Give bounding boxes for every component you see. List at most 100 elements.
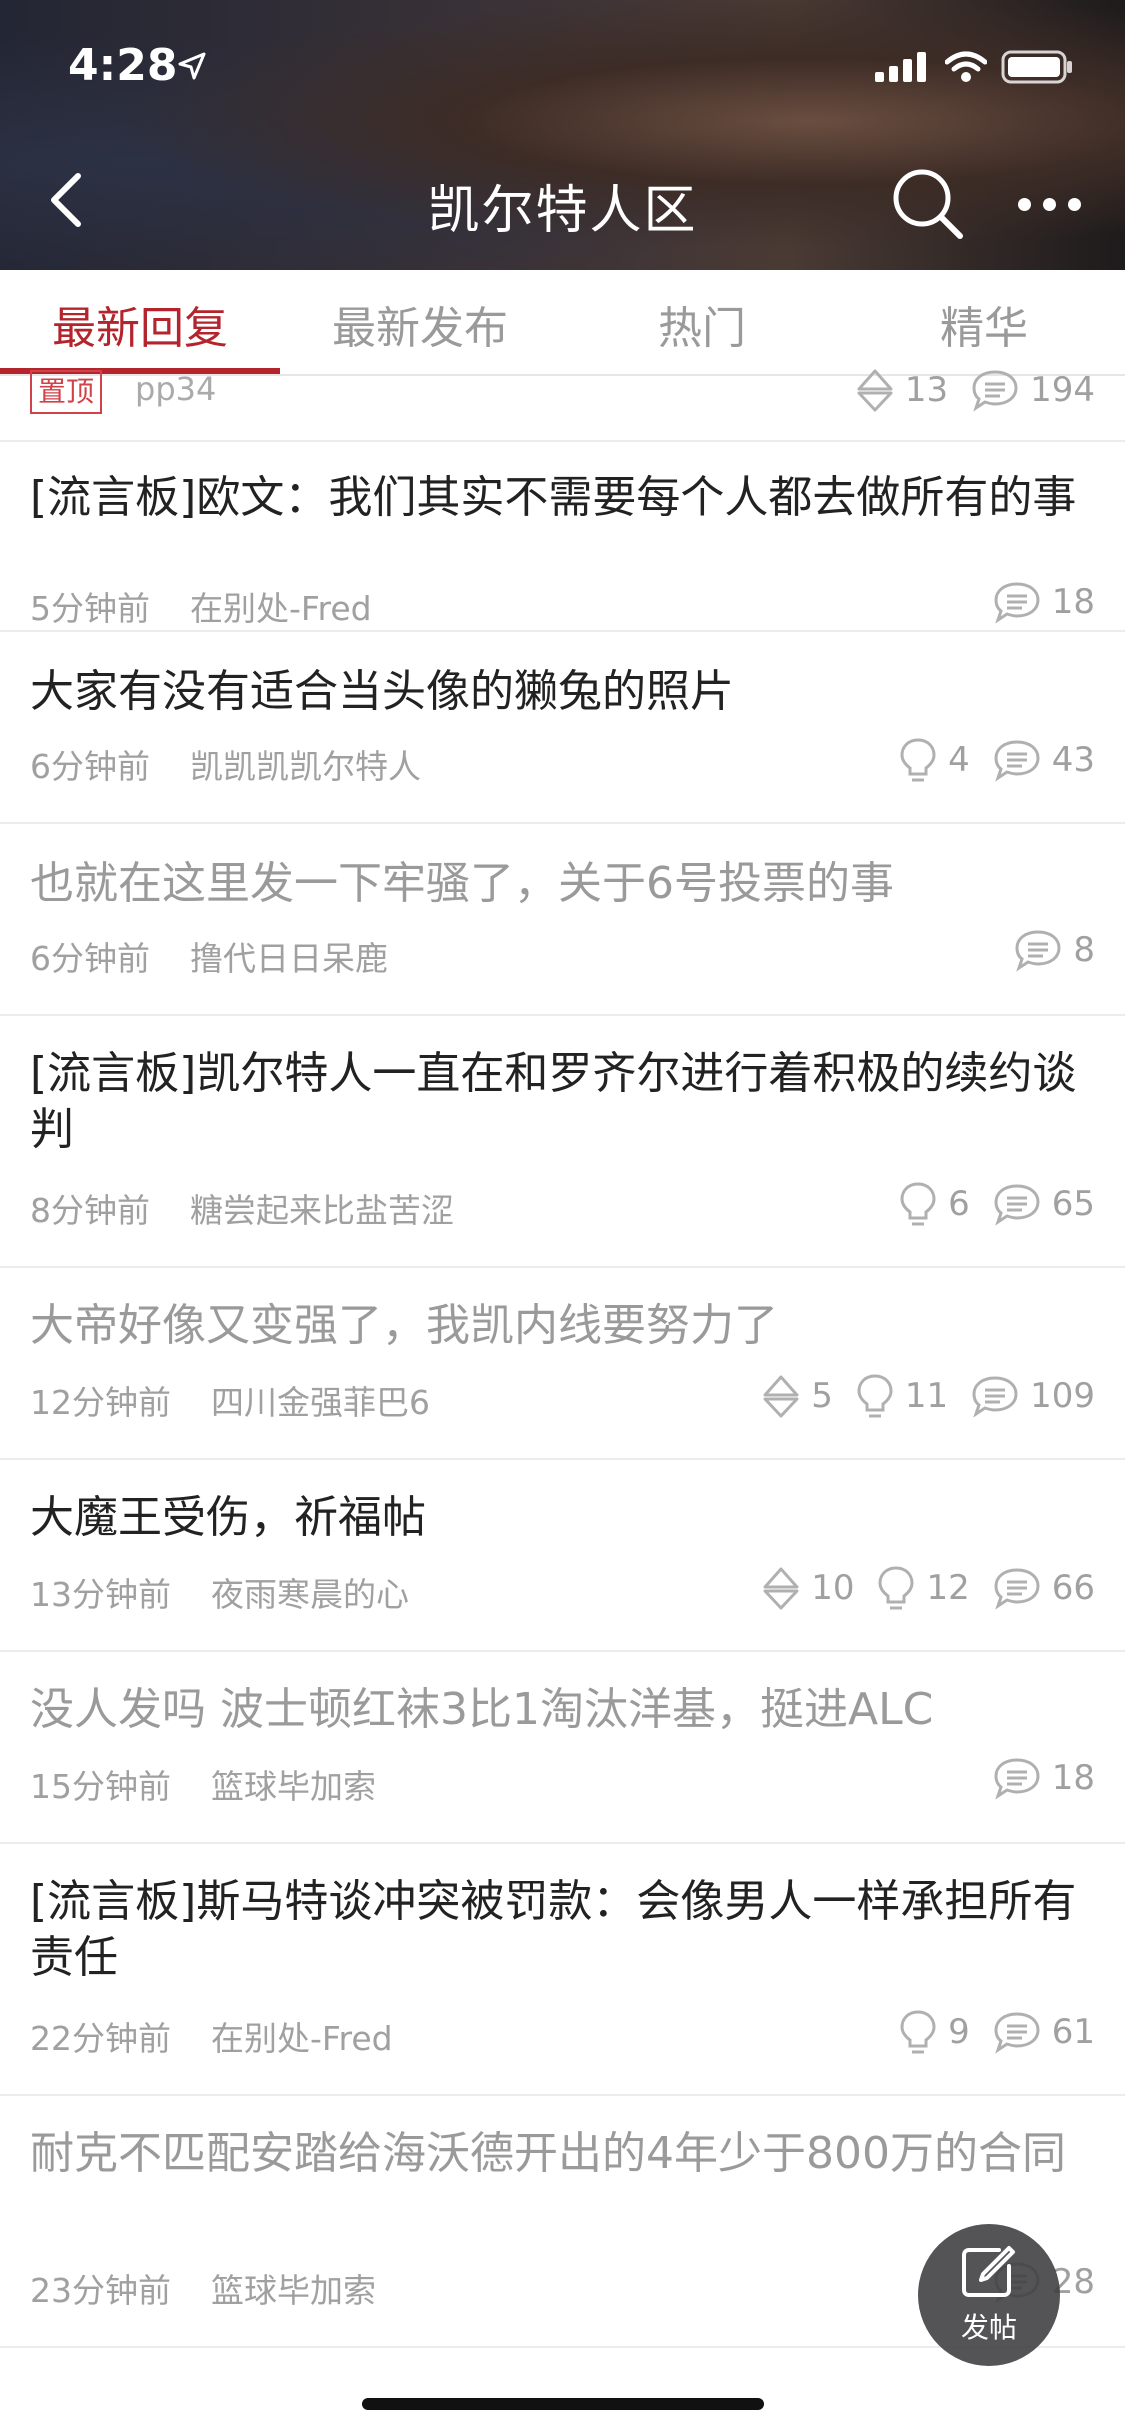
- lightbulb-icon: [878, 1566, 914, 1610]
- post-meta: 12分钟前 四川金强菲巴6: [30, 1376, 430, 1424]
- post-author[interactable]: 篮球毕加索: [211, 2271, 376, 2310]
- home-indicator[interactable]: [362, 2398, 764, 2410]
- tab-hot[interactable]: 热门: [658, 292, 746, 356]
- like-count: 5: [811, 1376, 833, 1416]
- battery-icon: [1001, 50, 1072, 84]
- comment-count: 18: [1051, 1758, 1095, 1798]
- comment-icon: [994, 1758, 1040, 1800]
- post-author[interactable]: 在别处-Fred: [190, 589, 372, 628]
- post-author[interactable]: 撸代日日呆鹿: [190, 939, 388, 978]
- post-stats: 5 11 109: [761, 1372, 1095, 1420]
- wifi-icon: [945, 51, 987, 82]
- signal-icon: [875, 52, 926, 82]
- like-count: 10: [811, 1568, 855, 1608]
- search-icon[interactable]: [890, 166, 966, 242]
- post-meta: 13分钟前 夜雨寒晨的心: [30, 1568, 409, 1616]
- post-meta: 5分钟前 在别处-Fred: [30, 582, 372, 630]
- pinned-badge: 置顶: [30, 370, 103, 414]
- post-stats: 6 65: [898, 1180, 1095, 1228]
- post-item[interactable]: [流言板]凯尔特人一直在和罗齐尔进行着积极的续约谈判 8分钟前 糖尝起来比盐苦涩 …: [0, 1016, 1125, 1268]
- comment-stat: 109: [970, 1374, 1095, 1418]
- comment-icon: [972, 370, 1018, 412]
- recommend-icon: [763, 1375, 799, 1418]
- post-stats: 10 12 66: [761, 1564, 1095, 1612]
- post-author[interactable]: 四川金强菲巴6: [211, 1383, 430, 1422]
- light-stat: 12: [876, 1564, 970, 1612]
- post-title: [流言板]欧文：我们其实不需要每个人都去做所有的事: [30, 472, 1077, 523]
- post-stats: 8: [1013, 928, 1095, 972]
- recommend-icon: [857, 369, 893, 412]
- post-author[interactable]: 凯凯凯凯尔特人: [190, 747, 421, 786]
- post-meta: 6分钟前 凯凯凯凯尔特人: [30, 740, 421, 788]
- post-item[interactable]: 没人发吗 波士顿红袜3比1淘汰洋基，挺进ALC 15分钟前 篮球毕加索 18: [0, 1652, 1125, 1844]
- comment-count: 194: [1030, 370, 1095, 410]
- light-count: 11: [904, 1376, 949, 1416]
- post-time: 23分钟前: [30, 2271, 171, 2310]
- new-post-button[interactable]: 发帖: [918, 2224, 1060, 2366]
- post-time: 22分钟前: [30, 2019, 171, 2058]
- light-stat: 6: [898, 1180, 970, 1228]
- post-time: 5分钟前: [30, 589, 150, 628]
- like-count: 13: [904, 370, 949, 410]
- post-author[interactable]: 在别处-Fred: [211, 2019, 393, 2058]
- status-time: 4:28: [68, 40, 178, 91]
- more-dots-icon[interactable]: [1018, 198, 1081, 211]
- post-author[interactable]: 篮球毕加索: [211, 1767, 376, 1806]
- post-item[interactable]: [流言板]欧文：我们其实不需要每个人都去做所有的事 5分钟前 在别处-Fred 1…: [0, 442, 1125, 632]
- post-title: 大魔王受伤，祈福帖: [30, 1492, 426, 1543]
- post-time: 6分钟前: [30, 747, 150, 786]
- like-stat: 13: [855, 368, 948, 412]
- tab-latest-post[interactable]: 最新发布: [332, 292, 508, 356]
- post-time: 15分钟前: [30, 1767, 171, 1806]
- post-title: 大家有没有适合当头像的獭兔的照片: [30, 666, 734, 717]
- light-stat: 4: [898, 736, 970, 784]
- comment-icon: [994, 740, 1040, 782]
- post-title: 大帝好像又变强了，我凯内线要努力了: [30, 1300, 778, 1351]
- compose-icon: [962, 2246, 1015, 2297]
- comment-count: 43: [1051, 740, 1095, 780]
- lightbulb-icon: [900, 2010, 936, 2054]
- post-stats: 18: [992, 1756, 1095, 1800]
- comment-stat: 8: [1013, 928, 1095, 972]
- comment-count: 65: [1051, 1184, 1095, 1224]
- pinned-stats: 13 194: [855, 368, 1095, 412]
- light-count: 4: [948, 740, 970, 780]
- comment-stat: 18: [992, 580, 1095, 624]
- comment-count: 8: [1073, 930, 1095, 970]
- comment-icon: [994, 2012, 1040, 2054]
- post-meta: 15分钟前 篮球毕加索: [30, 1760, 376, 1808]
- comment-stat: 194: [970, 368, 1095, 412]
- comment-count: 61: [1051, 2012, 1095, 2052]
- post-author[interactable]: 糖尝起来比盐苦涩: [190, 1191, 454, 1230]
- like-stat: 10: [761, 1566, 854, 1610]
- location-arrow-icon: [178, 52, 206, 80]
- post-item[interactable]: 也就在这里发一下牢骚了，关于6号投票的事 6分钟前 撸代日日呆鹿 8: [0, 824, 1125, 1016]
- pinned-author: pp34: [135, 370, 217, 408]
- post-meta: 6分钟前 撸代日日呆鹿: [30, 932, 388, 980]
- post-meta: 8分钟前 糖尝起来比盐苦涩: [30, 1184, 454, 1232]
- comment-stat: 61: [992, 2010, 1095, 2054]
- post-list: 置顶 pp34 13 194 [流言板]欧文：我们其实不需要每个人都去做所有的事…: [0, 369, 1125, 2348]
- comment-icon: [1015, 930, 1061, 972]
- post-item[interactable]: 大家有没有适合当头像的獭兔的照片 6分钟前 凯凯凯凯尔特人 4 43: [0, 632, 1125, 824]
- lightbulb-icon: [900, 738, 936, 782]
- light-count: 12: [926, 1568, 970, 1608]
- comment-count: 18: [1051, 582, 1095, 622]
- post-item[interactable]: 大帝好像又变强了，我凯内线要努力了 12分钟前 四川金强菲巴6 5 11 109: [0, 1268, 1125, 1460]
- tab-latest-reply[interactable]: 最新回复: [52, 292, 228, 356]
- post-author[interactable]: 夜雨寒晨的心: [211, 1575, 409, 1614]
- post-item[interactable]: 大魔王受伤，祈福帖 13分钟前 夜雨寒晨的心 10 12 66: [0, 1460, 1125, 1652]
- lightbulb-icon: [857, 1374, 893, 1418]
- new-post-label: 发帖: [960, 2311, 1017, 2344]
- post-meta: 22分钟前 在别处-Fred: [30, 2012, 393, 2060]
- post-item[interactable]: [流言板]斯马特谈冲突被罚款：会像男人一样承担所有责任 22分钟前 在别处-Fre…: [0, 1844, 1125, 2096]
- lightbulb-icon: [900, 1182, 936, 1226]
- post-time: 13分钟前: [30, 1575, 171, 1614]
- like-stat: 5: [761, 1374, 833, 1418]
- header: 4:28 凯尔特人区: [0, 0, 1125, 270]
- light-count: 9: [948, 2012, 970, 2052]
- pinned-post[interactable]: 置顶 pp34 13 194: [0, 369, 1125, 442]
- post-title: 耐克不匹配安踏给海沃德开出的4年少于800万的合同: [30, 2128, 1066, 2179]
- comment-icon: [972, 1376, 1018, 1418]
- tab-featured[interactable]: 精华: [940, 292, 1028, 356]
